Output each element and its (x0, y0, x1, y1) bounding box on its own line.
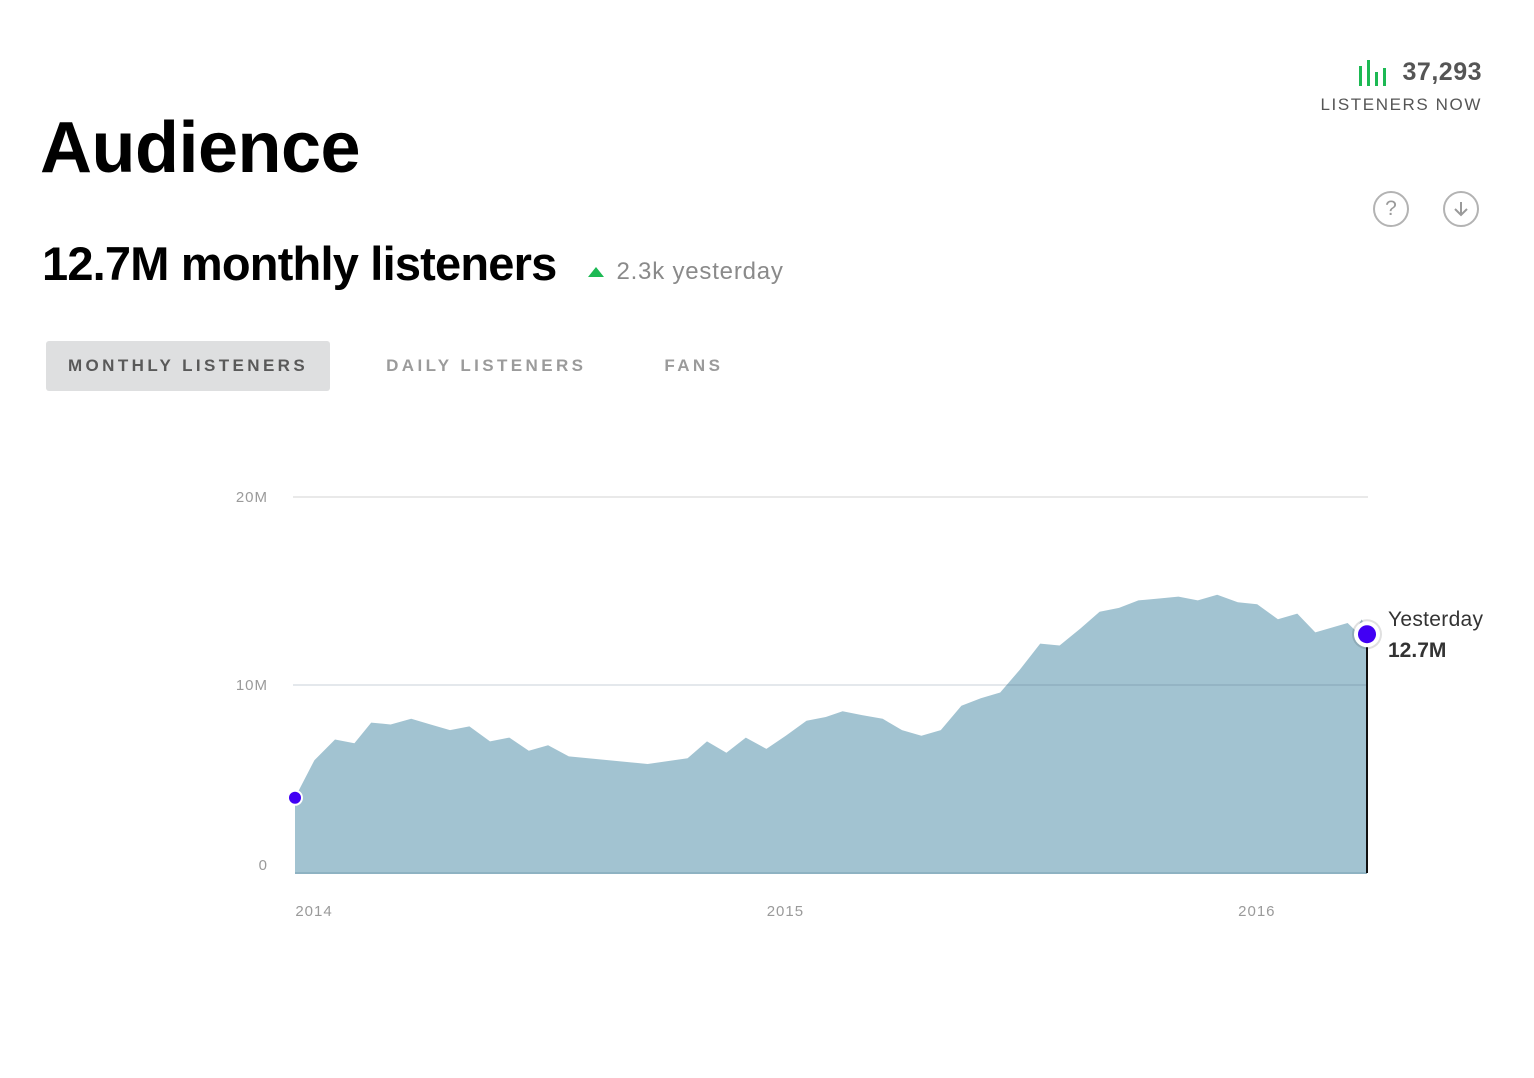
monthly-listeners-chart: 0 10M 20M 2014 2015 2016 Yesterday 12.7M (236, 489, 1484, 920)
y-tick-label: 0 (259, 857, 268, 874)
start-marker (289, 791, 301, 804)
x-tick-label: 2015 (767, 903, 804, 920)
y-tick-label: 20M (236, 489, 268, 506)
y-tick-label: 10M (236, 677, 268, 694)
listeners-area (295, 594, 1367, 873)
end-marker (1358, 625, 1376, 644)
x-tick-label: 2014 (295, 903, 332, 920)
x-tick-label: 2016 (1238, 903, 1275, 920)
tooltip-value: 12.7M (1388, 639, 1446, 662)
tooltip-label: Yesterday (1388, 608, 1484, 631)
